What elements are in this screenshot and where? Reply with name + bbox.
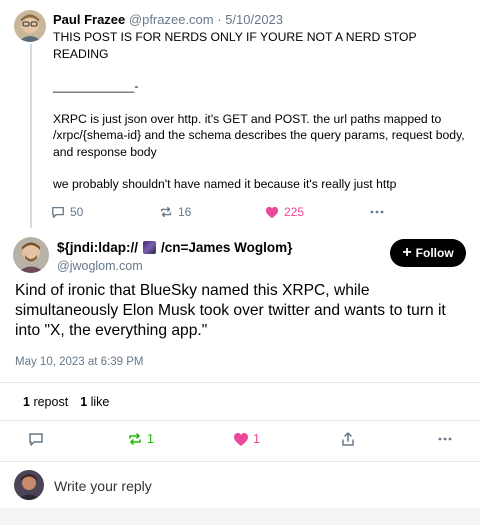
main-reply-button[interactable] xyxy=(28,430,48,448)
parent-repost-count: 16 xyxy=(178,205,192,219)
main-like-count: 1 xyxy=(253,432,260,446)
ellipsis-icon xyxy=(438,437,452,441)
like-stat-label: like xyxy=(90,395,110,409)
divider xyxy=(0,382,480,383)
author-name-prefix: ${jndi:ldap:// xyxy=(57,240,138,255)
share-upload-icon xyxy=(340,431,356,447)
ellipsis-icon xyxy=(370,210,384,214)
follow-button[interactable]: + Follow xyxy=(390,239,466,267)
repost-stat[interactable]: 1 repost xyxy=(23,395,68,409)
share-button[interactable] xyxy=(340,430,356,448)
follow-label: Follow xyxy=(415,246,454,260)
main-repost-button[interactable]: 1 xyxy=(127,430,154,448)
reply-input-placeholder[interactable]: Write your reply xyxy=(54,478,152,494)
parent-reply-count: 50 xyxy=(70,205,84,219)
main-author-avatar[interactable] xyxy=(13,237,49,273)
repost-arrows-icon xyxy=(127,431,143,447)
speech-bubble-icon xyxy=(28,431,44,447)
parent-post-line-3: XRPC is just json over http. it's GET an… xyxy=(53,111,465,159)
main-repost-count: 1 xyxy=(147,432,154,446)
engagement-stats: 1 repost 1 like xyxy=(23,395,109,409)
reply-composer[interactable]: Write your reply xyxy=(0,462,480,508)
parent-more-button[interactable] xyxy=(370,204,384,220)
parent-post-line-1: THIS POST IS FOR NERDS ONLY IF YOURE NOT… xyxy=(53,30,417,61)
plus-icon: + xyxy=(402,243,412,261)
parent-like-button[interactable]: 225 xyxy=(265,204,304,220)
like-stat-count: 1 xyxy=(80,395,88,409)
parent-post-header: Paul Frazee @pfrazee.com · 5/10/2023 xyxy=(53,12,283,27)
main-author-handle[interactable]: @jwoglom.com xyxy=(57,259,143,273)
current-user-avatar xyxy=(14,470,44,500)
parent-like-count: 225 xyxy=(284,205,305,219)
repost-stat-label: repost xyxy=(33,395,69,409)
parent-repost-button[interactable]: 16 xyxy=(159,204,191,220)
parent-author-name[interactable]: Paul Frazee xyxy=(53,12,125,27)
main-author-name[interactable]: ${jndi:ldap:// /cn=James Woglom} xyxy=(57,240,292,255)
main-post-actions: 1 1 xyxy=(0,430,480,448)
divider xyxy=(0,420,480,421)
main-post-timestamp: May 10, 2023 at 6:39 PM xyxy=(15,356,144,368)
heart-icon xyxy=(233,432,249,447)
parent-author-avatar[interactable] xyxy=(14,10,46,42)
bottom-background xyxy=(0,508,480,525)
header-separator: · xyxy=(213,12,226,27)
main-more-button[interactable] xyxy=(438,430,452,448)
repost-arrows-icon xyxy=(159,205,173,219)
main-like-button[interactable]: 1 xyxy=(233,430,260,448)
parent-post-actions: 50 16 225 xyxy=(0,204,480,220)
author-name-suffix: /cn=James Woglom} xyxy=(161,240,293,255)
speech-bubble-icon xyxy=(51,205,65,219)
parent-reply-button[interactable]: 50 xyxy=(51,204,83,220)
heart-icon xyxy=(265,206,279,219)
parent-post-date[interactable]: 5/10/2023 xyxy=(225,12,283,27)
repost-stat-count: 1 xyxy=(23,395,30,409)
parent-post-line-4: we probably shouldn't have named it beca… xyxy=(53,177,397,191)
parent-post-body[interactable]: THIS POST IS FOR NERDS ONLY IF YOURE NOT… xyxy=(53,29,473,193)
custom-emoji-image xyxy=(143,241,156,254)
parent-post-line-2: ____________- xyxy=(53,79,139,93)
like-stat[interactable]: 1 like xyxy=(80,395,109,409)
parent-author-handle[interactable]: @pfrazee.com xyxy=(129,12,214,27)
thread-connector-line xyxy=(30,44,32,228)
main-post-text: Kind of ironic that BlueSky named this X… xyxy=(15,282,446,339)
